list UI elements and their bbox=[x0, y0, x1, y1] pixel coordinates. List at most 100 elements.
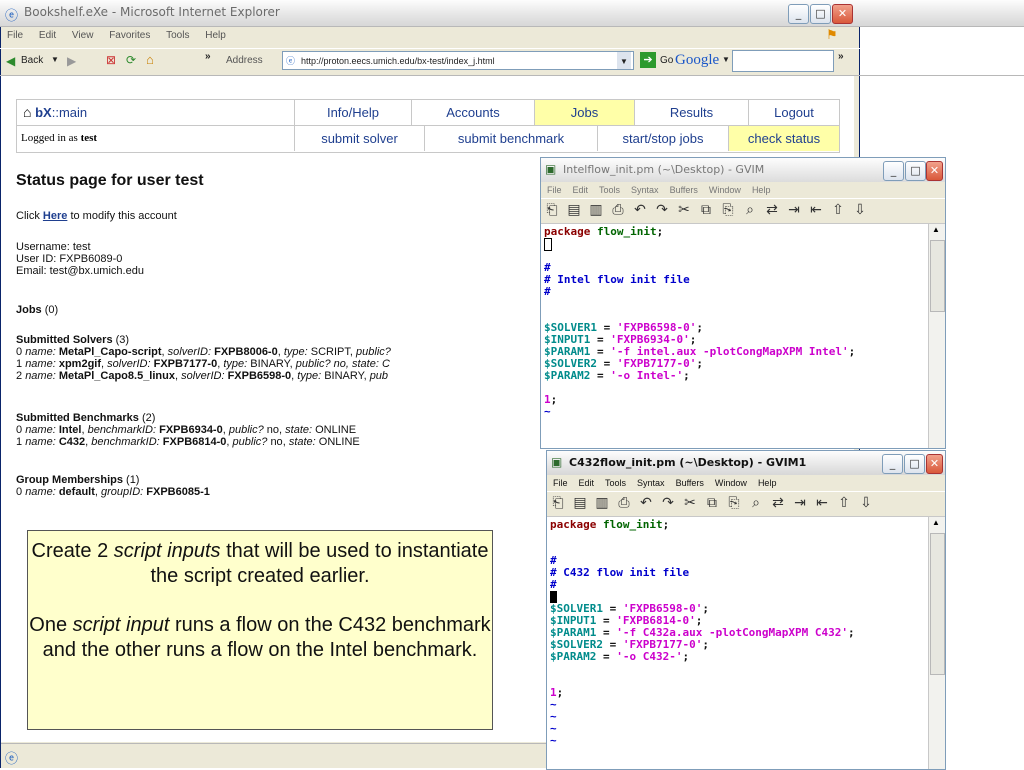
benchmark-index: 0 bbox=[16, 424, 23, 436]
menu-edit[interactable]: Edit bbox=[573, 185, 589, 195]
redo-icon[interactable]: ↷ bbox=[657, 494, 679, 511]
undo-icon[interactable]: ↶ bbox=[635, 494, 657, 511]
stop-icon[interactable]: ⊠ bbox=[106, 53, 116, 67]
close-button[interactable]: ✕ bbox=[832, 4, 853, 24]
maximize-button[interactable]: □ bbox=[905, 161, 926, 181]
open-icon[interactable]: ⎗ bbox=[547, 494, 569, 511]
vertical-scrollbar[interactable]: ▲ bbox=[928, 224, 945, 448]
back-button[interactable]: Back bbox=[21, 55, 43, 66]
cut-icon[interactable]: ✂ bbox=[679, 494, 701, 511]
save-icon[interactable]: ▤ bbox=[563, 201, 585, 218]
menu-buffers[interactable]: Buffers bbox=[670, 185, 698, 195]
close-button[interactable]: ✕ bbox=[926, 454, 943, 474]
nav-results[interactable]: Results bbox=[635, 100, 749, 125]
menu-help[interactable]: Help bbox=[758, 478, 777, 488]
paste-icon[interactable]: ⎘ bbox=[717, 201, 739, 218]
load-session-icon[interactable]: ⇧ bbox=[827, 201, 849, 218]
save-icon[interactable]: ▤ bbox=[569, 494, 591, 511]
address-value: http://proton.eecs.umich.edu/bx-test/ind… bbox=[301, 56, 495, 66]
nav-start-stop-jobs[interactable]: start/stop jobs bbox=[598, 126, 729, 151]
logo-cell[interactable]: ⌂ bX::main bbox=[17, 100, 295, 125]
nav-submit-benchmark[interactable]: submit benchmark bbox=[425, 126, 598, 151]
menu-help[interactable]: Help bbox=[205, 30, 226, 41]
maximize-button[interactable]: □ bbox=[810, 4, 831, 24]
copy-icon[interactable]: ⧉ bbox=[701, 494, 723, 511]
load-session-icon[interactable]: ⇧ bbox=[833, 494, 855, 511]
minimize-button[interactable]: _ bbox=[883, 161, 904, 181]
find-prev-icon[interactable]: ⇤ bbox=[805, 201, 827, 218]
minimize-button[interactable]: _ bbox=[788, 4, 809, 24]
menu-tools[interactable]: Tools bbox=[605, 478, 626, 488]
callout-spacer bbox=[28, 589, 492, 613]
google-search-input[interactable] bbox=[732, 50, 834, 72]
scroll-thumb[interactable] bbox=[930, 533, 945, 675]
nav-check-status[interactable]: check status bbox=[729, 126, 839, 151]
open-icon[interactable]: ⎗ bbox=[541, 201, 563, 218]
home-icon[interactable]: ⌂ bbox=[146, 52, 154, 67]
address-dropdown-icon[interactable]: ▼ bbox=[617, 52, 631, 69]
menu-file[interactable]: File bbox=[547, 185, 562, 195]
menu-tools[interactable]: Tools bbox=[166, 30, 189, 41]
save-all-icon[interactable]: ▥ bbox=[591, 494, 613, 511]
callout-text: One bbox=[29, 614, 68, 636]
maximize-button[interactable]: □ bbox=[904, 454, 925, 474]
find-icon[interactable]: ⌕ bbox=[739, 201, 761, 218]
minimize-button[interactable]: _ bbox=[882, 454, 903, 474]
forward-arrow-icon[interactable]: ▶ bbox=[67, 54, 76, 68]
refresh-icon[interactable]: ⟳ bbox=[126, 53, 136, 67]
solver-id: FXPB7177-0 bbox=[153, 358, 218, 370]
menu-buffers[interactable]: Buffers bbox=[676, 478, 704, 488]
paste-icon[interactable]: ⎘ bbox=[723, 494, 745, 511]
undo-icon[interactable]: ↶ bbox=[629, 201, 651, 218]
vertical-scrollbar[interactable]: ▲ bbox=[928, 517, 945, 769]
go-arrow-icon[interactable]: ➔ bbox=[640, 52, 656, 68]
code-editor[interactable]: package flow_init; # # Intel flow init f… bbox=[541, 224, 929, 448]
modify-account-link[interactable]: Here bbox=[43, 210, 67, 222]
menu-favorites[interactable]: Favorites bbox=[109, 30, 150, 41]
menu-edit[interactable]: Edit bbox=[579, 478, 595, 488]
code-token: ; bbox=[848, 345, 856, 358]
nav-submit-solver[interactable]: submit solver bbox=[295, 126, 425, 151]
menu-syntax[interactable]: Syntax bbox=[631, 185, 659, 195]
nav-jobs[interactable]: Jobs bbox=[535, 100, 635, 125]
ie-title: Bookshelf.eXe - Microsoft Internet Explo… bbox=[24, 5, 280, 19]
menu-file[interactable]: File bbox=[553, 478, 568, 488]
scroll-up-icon[interactable]: ▲ bbox=[932, 518, 940, 527]
code-editor[interactable]: package flow_init; # # C432 flow init fi… bbox=[547, 517, 929, 769]
find-icon[interactable]: ⌕ bbox=[745, 494, 767, 511]
menu-window[interactable]: Window bbox=[715, 478, 747, 488]
toolbar-more-right[interactable]: » bbox=[838, 51, 844, 62]
close-button[interactable]: ✕ bbox=[926, 161, 943, 181]
back-arrow-icon[interactable]: ◀ bbox=[6, 54, 15, 68]
menu-view[interactable]: View bbox=[72, 30, 94, 41]
menu-file[interactable]: File bbox=[7, 30, 23, 41]
print-icon[interactable]: ⎙ bbox=[613, 494, 635, 511]
menu-help[interactable]: Help bbox=[752, 185, 771, 195]
find-next-icon[interactable]: ⇥ bbox=[789, 494, 811, 511]
copy-icon[interactable]: ⧉ bbox=[695, 201, 717, 218]
print-icon[interactable]: ⎙ bbox=[607, 201, 629, 218]
nav-info-help[interactable]: Info/Help bbox=[295, 100, 412, 125]
cut-icon[interactable]: ✂ bbox=[673, 201, 695, 218]
menu-tools[interactable]: Tools bbox=[599, 185, 620, 195]
menu-syntax[interactable]: Syntax bbox=[637, 478, 665, 488]
go-button[interactable]: Go bbox=[660, 55, 673, 66]
google-dropdown-icon[interactable]: ▼ bbox=[722, 55, 730, 64]
replace-icon[interactable]: ⇄ bbox=[767, 494, 789, 511]
back-dropdown-icon[interactable]: ▼ bbox=[51, 55, 59, 64]
nav-logout[interactable]: Logout bbox=[749, 100, 839, 125]
scroll-thumb[interactable] bbox=[930, 240, 945, 312]
menu-edit[interactable]: Edit bbox=[39, 30, 56, 41]
save-session-icon[interactable]: ⇩ bbox=[849, 201, 871, 218]
address-bar[interactable]: ⓔ http://proton.eecs.umich.edu/bx-test/i… bbox=[282, 51, 634, 70]
save-session-icon[interactable]: ⇩ bbox=[855, 494, 877, 511]
save-all-icon[interactable]: ▥ bbox=[585, 201, 607, 218]
find-next-icon[interactable]: ⇥ bbox=[783, 201, 805, 218]
replace-icon[interactable]: ⇄ bbox=[761, 201, 783, 218]
nav-accounts[interactable]: Accounts bbox=[412, 100, 535, 125]
scroll-up-icon[interactable]: ▲ bbox=[932, 225, 940, 234]
toolbar-more[interactable]: » bbox=[205, 51, 211, 62]
find-prev-icon[interactable]: ⇤ bbox=[811, 494, 833, 511]
menu-window[interactable]: Window bbox=[709, 185, 741, 195]
redo-icon[interactable]: ↷ bbox=[651, 201, 673, 218]
